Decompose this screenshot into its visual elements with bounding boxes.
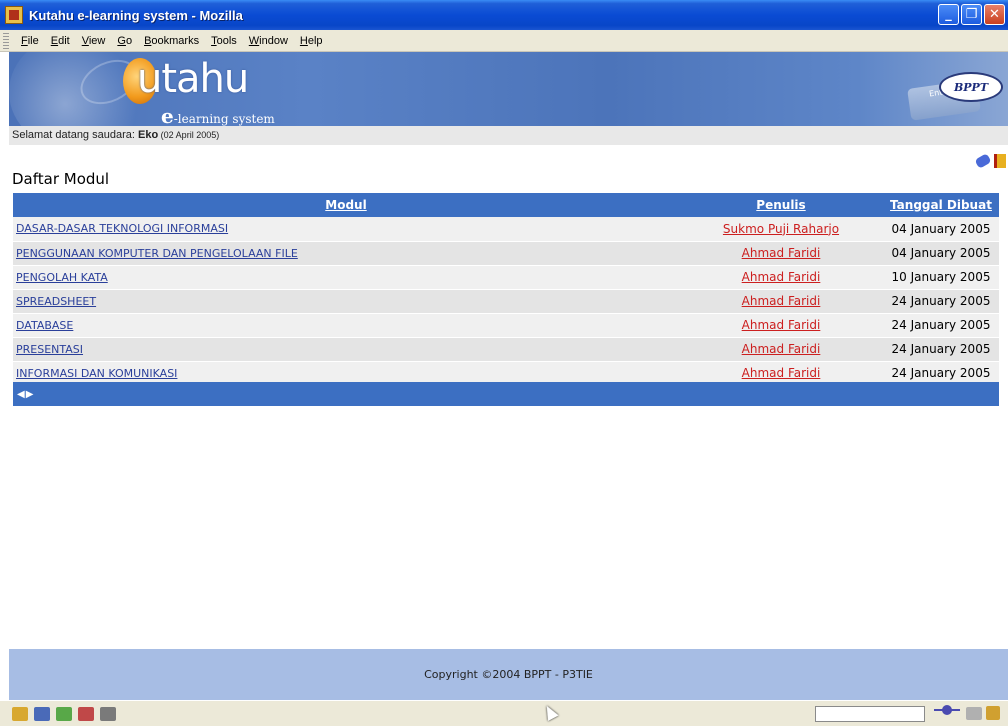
progress-bar (815, 706, 925, 722)
toolbar-grip-icon[interactable] (3, 32, 9, 49)
minimize-button[interactable]: _ (938, 4, 959, 25)
table-row: SPREADSHEET Ahmad Faridi 24 January 2005 (13, 289, 999, 314)
site-banner: utahu e-learning system Enter BPPT (9, 52, 1008, 126)
welcome-date: (02 April 2005) (158, 130, 220, 140)
author-link[interactable]: Ahmad Faridi (679, 265, 883, 290)
column-header-tanggal[interactable]: Tanggal Dibuat (883, 193, 999, 217)
logo-text: utahu (137, 56, 249, 102)
status-bar (0, 700, 1008, 726)
window-controls: _ ❐ ✕ (938, 4, 1005, 25)
mouse-cursor-icon (541, 703, 559, 721)
welcome-prefix: Selamat datang saudara: (12, 129, 138, 141)
author-link[interactable]: Ahmad Faridi (679, 289, 883, 314)
copyright-text: Copyright ©2004 BPPT - P3TIE (424, 668, 593, 681)
menu-bar: File Edit View Go Bookmarks Tools Window… (0, 30, 1008, 52)
menu-window[interactable]: Window (243, 35, 294, 47)
menu-go[interactable]: Go (111, 35, 138, 47)
module-link[interactable]: DASAR-DASAR TEKNOLOGI INFORMASI (13, 217, 679, 242)
window-title: Kutahu e-learning system - Mozilla (29, 7, 243, 23)
page-tools (974, 153, 1006, 169)
welcome-bar: Selamat datang saudara: Eko (02 April 20… (9, 126, 1008, 145)
close-button[interactable]: ✕ (984, 4, 1005, 25)
module-link[interactable]: PRESENTASI (13, 337, 679, 362)
logo-sub-e: e (161, 104, 174, 126)
menu-bookmarks[interactable]: Bookmarks (138, 35, 205, 47)
author-link[interactable]: Ahmad Faridi (679, 313, 883, 338)
created-date: 24 January 2005 (883, 337, 999, 362)
logo-subtitle: e-learning system (161, 104, 275, 126)
chat-icon[interactable] (100, 706, 116, 721)
menu-view[interactable]: View (76, 35, 112, 47)
module-link[interactable]: PENGGUNAAN KOMPUTER DAN PENGELOLAAN FILE (13, 241, 679, 266)
table-row: DATABASE Ahmad Faridi 24 January 2005 (13, 313, 999, 338)
maximize-button[interactable]: ❐ (961, 4, 982, 25)
table-row: PRESENTASI Ahmad Faridi 24 January 2005 (13, 337, 999, 362)
table-row: PENGGUNAAN KOMPUTER DAN PENGELOLAAN FILE… (13, 241, 999, 266)
bppt-logo: BPPT (939, 72, 1003, 102)
book-icon[interactable] (994, 154, 1006, 168)
address-book-icon[interactable] (78, 706, 94, 721)
window-titlebar: Kutahu e-learning system - Mozilla _ ❐ ✕ (0, 0, 1008, 30)
created-date: 04 January 2005 (883, 217, 999, 242)
author-link[interactable]: Ahmad Faridi (679, 337, 883, 362)
created-date: 24 January 2005 (883, 289, 999, 314)
welcome-user: Eko (137, 129, 159, 141)
page-viewport: utahu e-learning system Enter BPPT Selam… (0, 52, 1008, 700)
online-status-icon[interactable] (934, 705, 960, 719)
navigator-icon[interactable] (12, 706, 28, 721)
security-icon[interactable] (966, 707, 982, 720)
app-icon (5, 6, 23, 24)
column-header-penulis[interactable]: Penulis (679, 193, 883, 217)
logo-sub-text: -learning system (173, 112, 275, 126)
table-row: DASAR-DASAR TEKNOLOGI INFORMASI Sukmo Pu… (13, 217, 999, 242)
edit-icon[interactable] (974, 153, 992, 169)
table-pager: ◀▶ (13, 382, 999, 406)
module-link[interactable]: SPREADSHEET (13, 289, 679, 314)
menu-tools[interactable]: Tools (205, 35, 243, 47)
created-date: 24 January 2005 (883, 313, 999, 338)
table-row: PENGOLAH KATA Ahmad Faridi 10 January 20… (13, 265, 999, 290)
module-table: Modul Penulis Tanggal Dibuat DASAR-DASAR… (13, 193, 999, 386)
module-link[interactable]: PENGOLAH KATA (13, 265, 679, 290)
author-link[interactable]: Sukmo Puji Raharjo (679, 217, 883, 242)
menu-file[interactable]: File (15, 35, 45, 47)
lock-icon[interactable] (986, 706, 1000, 720)
author-link[interactable]: Ahmad Faridi (679, 241, 883, 266)
created-date: 10 January 2005 (883, 265, 999, 290)
menu-help[interactable]: Help (294, 35, 329, 47)
composer-icon[interactable] (56, 706, 72, 721)
menu-edit[interactable]: Edit (45, 35, 76, 47)
page-title: Daftar Modul (12, 170, 110, 188)
column-header-modul[interactable]: Modul (13, 193, 679, 217)
copyright-footer: Copyright ©2004 BPPT - P3TIE (9, 649, 1008, 700)
created-date: 04 January 2005 (883, 241, 999, 266)
module-link[interactable]: DATABASE (13, 313, 679, 338)
mail-icon[interactable] (34, 706, 50, 721)
pager-arrows-icon[interactable]: ◀▶ (17, 389, 34, 400)
